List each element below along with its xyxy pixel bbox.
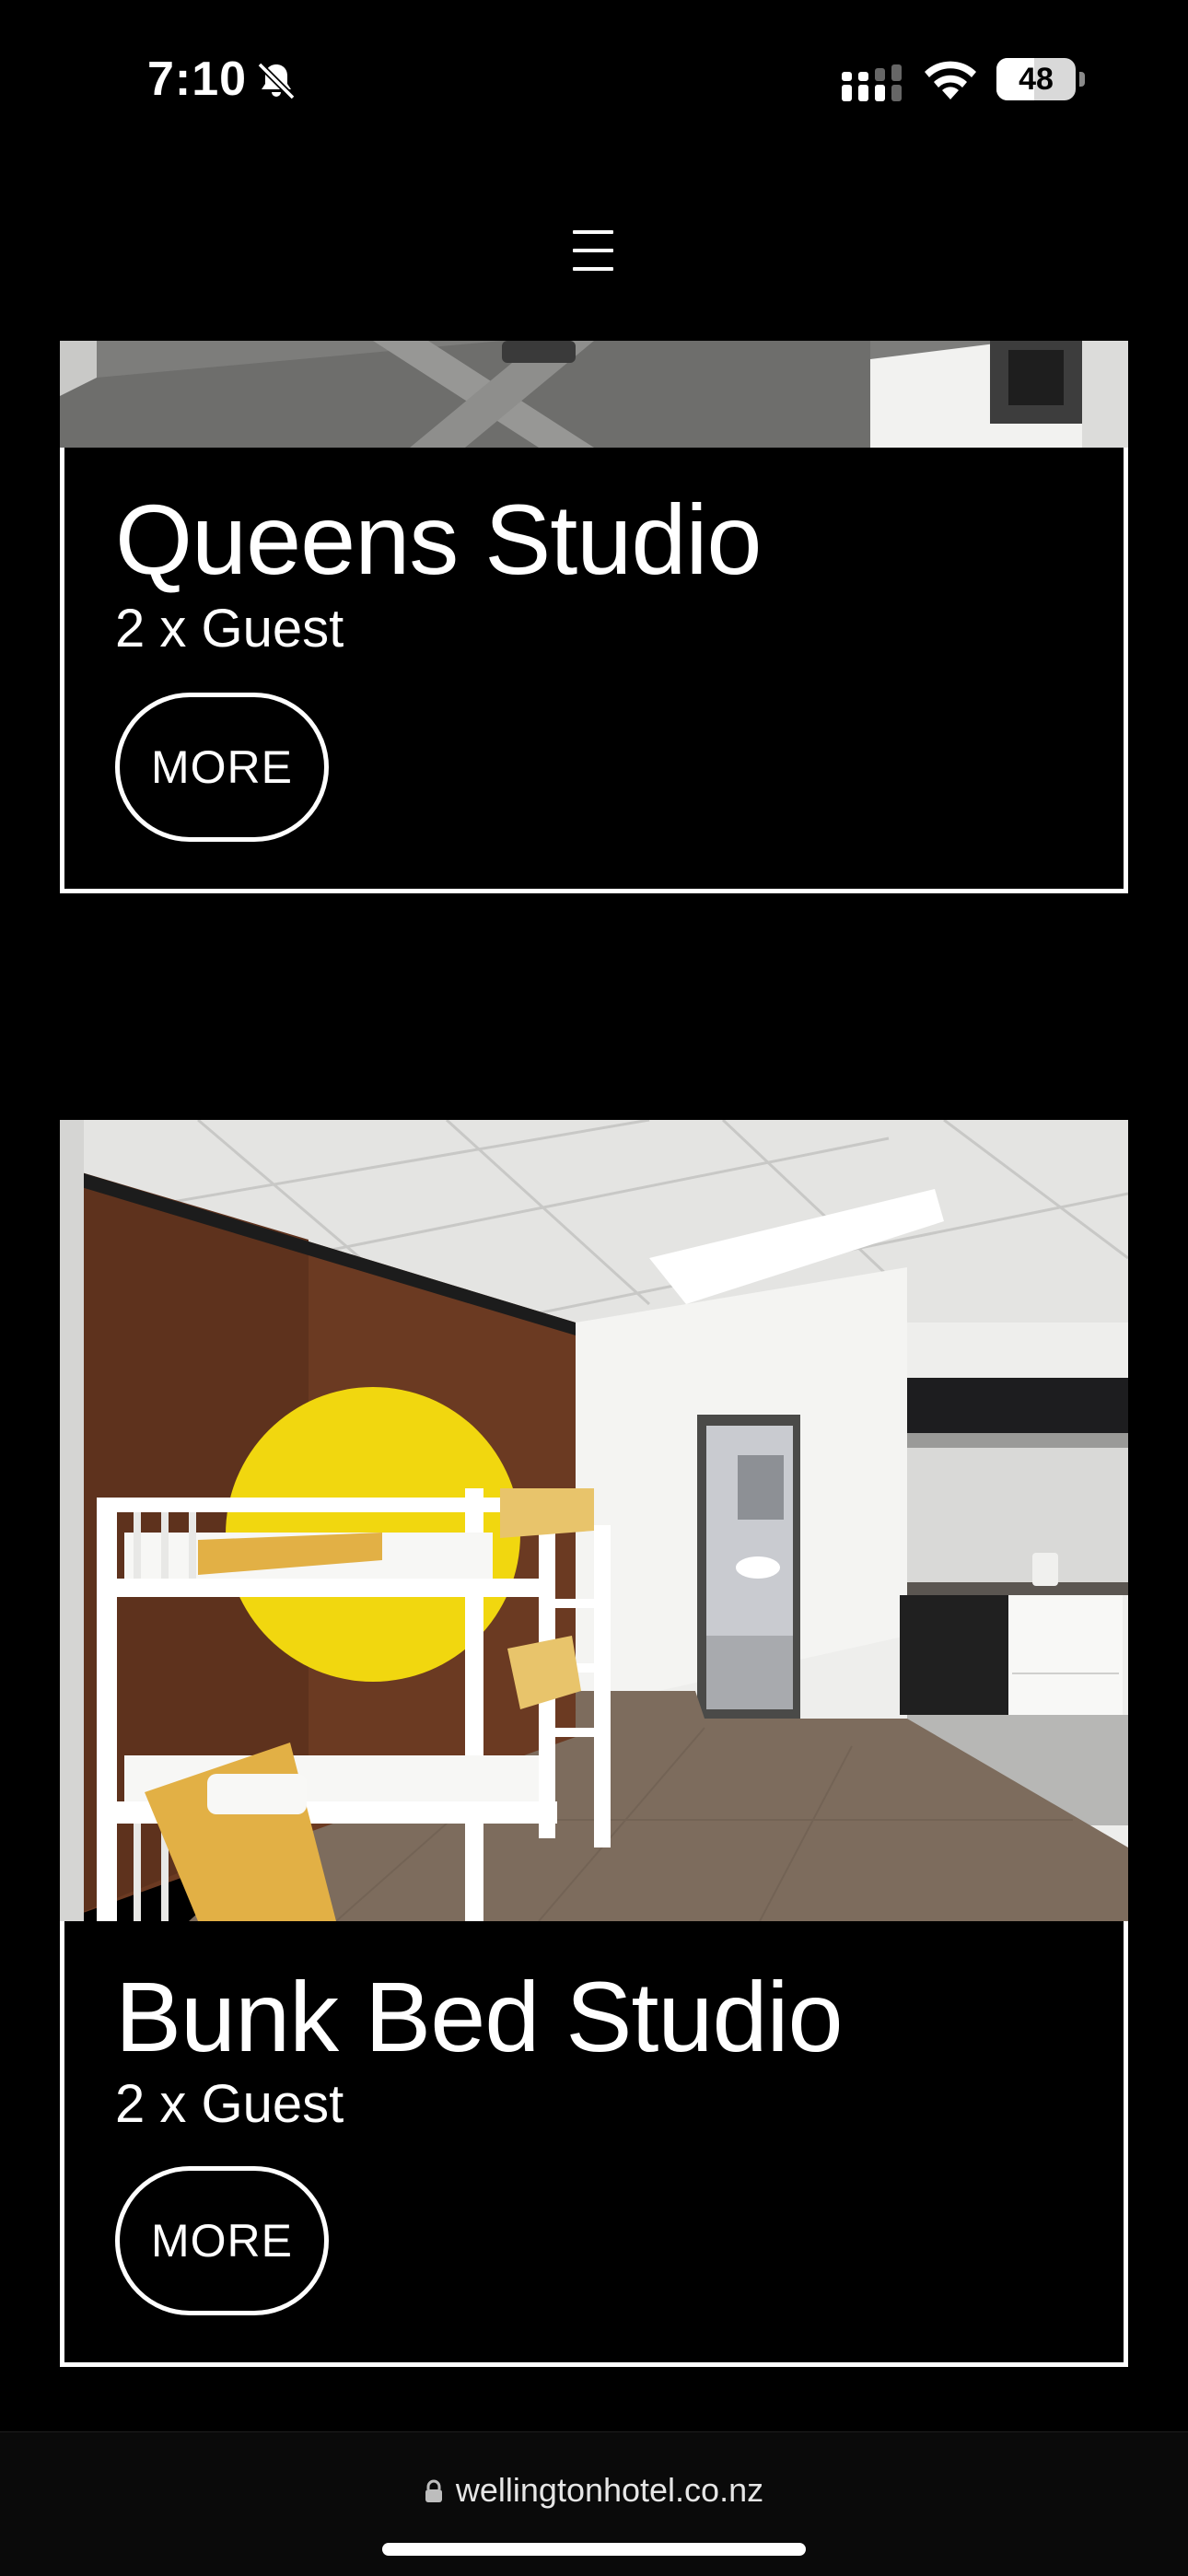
home-indicator[interactable] [382, 2543, 806, 2556]
wifi-icon [925, 61, 976, 99]
battery-icon: 48 [996, 58, 1085, 100]
bunk-bed-studio-image[interactable] [60, 1120, 1128, 1921]
url-text: wellingtonhotel.co.nz [455, 2471, 764, 2509]
bunk-bed-studio-card: Bunk Bed Studio 2 x Guest MORE [60, 1921, 1128, 2367]
status-bar: 7:10 48 [0, 0, 1188, 166]
room-capacity: 2 x Guest [115, 2074, 344, 2134]
lock-icon [425, 2479, 442, 2502]
more-button[interactable]: MORE [115, 693, 329, 842]
url-display[interactable]: wellingtonhotel.co.nz [0, 2471, 1188, 2510]
queens-studio-card: Queens Studio 2 x Guest MORE [60, 448, 1128, 893]
menu-icon[interactable] [571, 227, 617, 274]
room-title[interactable]: Bunk Bed Studio [115, 1967, 844, 2067]
status-time: 7:10 [147, 52, 248, 106]
room-title[interactable]: Queens Studio [115, 490, 762, 589]
bell-slash-icon [257, 62, 296, 100]
queens-studio-image[interactable] [60, 341, 1128, 448]
room-capacity: 2 x Guest [115, 599, 344, 659]
cellular-signal-icon [842, 64, 902, 101]
battery-level: 48 [1019, 62, 1054, 97]
battery-tip [1079, 72, 1085, 87]
more-button[interactable]: MORE [115, 2166, 329, 2315]
